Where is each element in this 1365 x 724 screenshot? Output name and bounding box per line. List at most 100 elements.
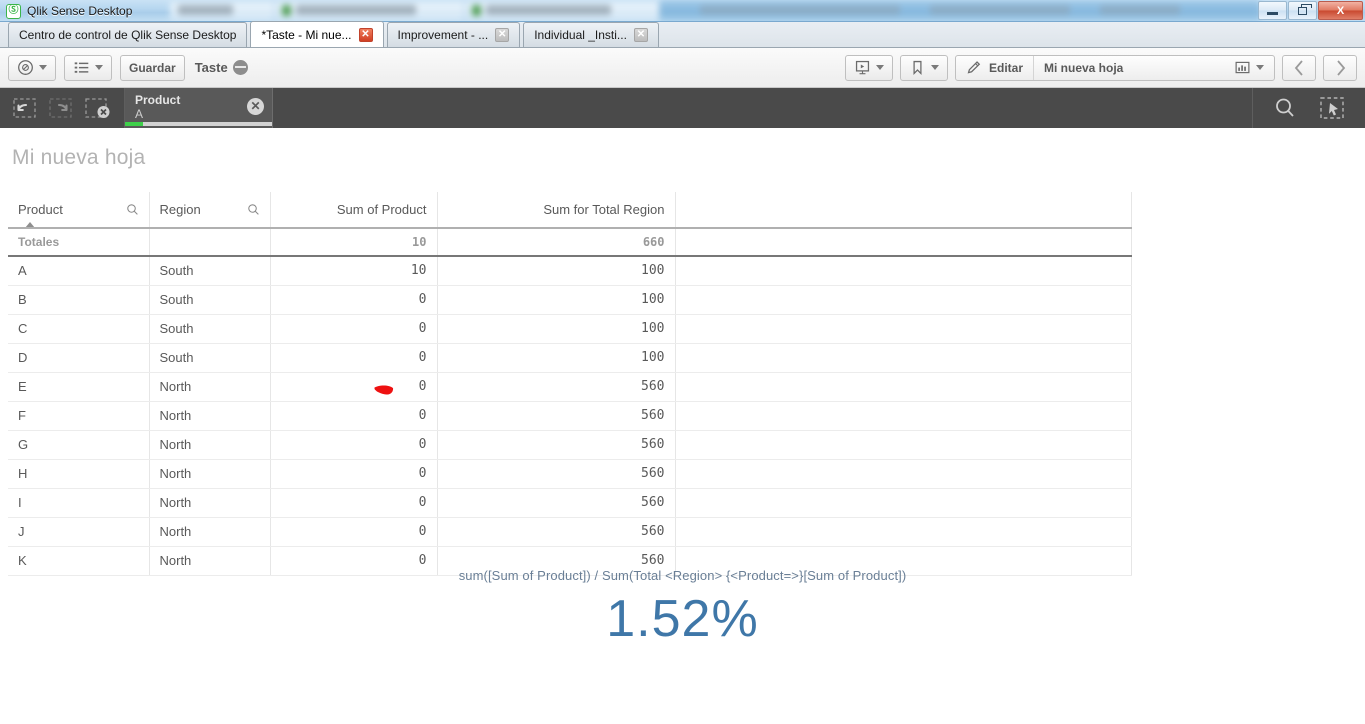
save-label: Guardar bbox=[129, 60, 176, 75]
edit-sheet-group: Editar Mi nueva hoja bbox=[954, 54, 1275, 81]
cell-region[interactable]: South bbox=[149, 314, 271, 344]
cell-product[interactable]: E bbox=[8, 372, 150, 402]
cell-empty bbox=[675, 314, 1132, 344]
chevron-down-icon bbox=[1256, 65, 1264, 70]
cell-region[interactable]: South bbox=[149, 285, 271, 315]
sheet-canvas: Mi nueva hoja Product Region Sum of Prod… bbox=[0, 128, 1365, 684]
kpi-object: sum([Sum of Product]) / Sum(Total <Regio… bbox=[0, 568, 1365, 649]
app-name-label: Taste bbox=[194, 60, 228, 75]
tab-label: Improvement - ... bbox=[397, 28, 489, 42]
cell-sum-for-total-region: 560 bbox=[437, 517, 676, 547]
previous-sheet-button[interactable] bbox=[1282, 54, 1316, 81]
selection-chip-product[interactable]: Product A ✕ bbox=[125, 88, 273, 128]
save-button[interactable]: Guardar bbox=[120, 54, 185, 81]
chart-thumbnail-icon bbox=[1235, 61, 1250, 74]
sheets-menu-button[interactable] bbox=[64, 54, 112, 81]
next-sheet-button[interactable] bbox=[1323, 54, 1357, 81]
selection-history-controls bbox=[0, 88, 125, 128]
cell-empty bbox=[675, 459, 1132, 489]
cell-product[interactable]: A bbox=[8, 256, 150, 286]
edit-button[interactable]: Editar bbox=[956, 55, 1034, 80]
cell-product[interactable]: F bbox=[8, 401, 150, 431]
clear-all-selections-icon[interactable] bbox=[84, 97, 112, 119]
page-title: Mi nueva hoja bbox=[12, 146, 146, 169]
table-row[interactable]: J North 0 560 bbox=[8, 517, 1132, 547]
selection-state-selected bbox=[125, 122, 143, 126]
column-header-product[interactable]: Product bbox=[8, 192, 150, 229]
step-forward-icon[interactable] bbox=[48, 97, 74, 119]
cell-region[interactable]: North bbox=[149, 430, 271, 460]
chevron-left-icon bbox=[1294, 59, 1303, 76]
tab-close-icon[interactable]: ✕ bbox=[495, 28, 510, 42]
cell-product[interactable]: G bbox=[8, 430, 150, 460]
tab-improvement[interactable]: Improvement - ... ✕ bbox=[386, 22, 521, 47]
cell-region[interactable]: North bbox=[149, 459, 271, 489]
cell-product[interactable]: J bbox=[8, 517, 150, 547]
cell-region[interactable]: North bbox=[149, 488, 271, 518]
totals-empty bbox=[675, 228, 1132, 257]
column-header-sum-of-product[interactable]: Sum of Product bbox=[270, 192, 438, 229]
cell-sum-of-product: 0 bbox=[270, 430, 438, 460]
cell-region[interactable]: South bbox=[149, 256, 271, 286]
navigation-menu-button[interactable] bbox=[8, 54, 56, 81]
table-row[interactable]: G North 0 560 bbox=[8, 430, 1132, 460]
table-row[interactable]: A South 10 100 bbox=[8, 256, 1132, 286]
tab-individual-insti[interactable]: Individual _Insti... ✕ bbox=[523, 22, 659, 47]
selection-clear-icon[interactable]: ✕ bbox=[247, 98, 264, 115]
minimize-icon bbox=[1267, 11, 1278, 15]
cell-sum-for-total-region: 560 bbox=[437, 488, 676, 518]
cell-region[interactable]: South bbox=[149, 343, 271, 373]
table-row[interactable]: B South 0 100 bbox=[8, 285, 1132, 315]
step-back-icon[interactable] bbox=[12, 97, 38, 119]
table-row[interactable]: D South 0 100 bbox=[8, 343, 1132, 373]
tab-control-center[interactable]: Centro de control de Qlik Sense Desktop bbox=[8, 22, 248, 47]
chevron-down-icon bbox=[875, 65, 884, 70]
cell-product[interactable]: D bbox=[8, 343, 150, 373]
minimize-button[interactable] bbox=[1258, 1, 1287, 20]
sheet-selector[interactable]: Mi nueva hoja bbox=[1034, 56, 1274, 80]
cell-sum-of-product: 0 bbox=[270, 372, 438, 402]
cell-sum-for-total-region: 560 bbox=[437, 401, 676, 431]
table-row[interactable]: H North 0 560 bbox=[8, 459, 1132, 489]
search-icon[interactable] bbox=[1273, 96, 1297, 120]
column-header-empty bbox=[675, 192, 1132, 229]
tab-taste[interactable]: *Taste - Mi nue... ✕ bbox=[250, 21, 384, 47]
cell-product[interactable]: B bbox=[8, 285, 150, 315]
column-header-sum-for-total-region[interactable]: Sum for Total Region bbox=[437, 192, 676, 229]
cell-product[interactable]: C bbox=[8, 314, 150, 344]
cell-region[interactable]: North bbox=[149, 401, 271, 431]
cell-sum-for-total-region: 100 bbox=[437, 314, 676, 344]
storytelling-button[interactable] bbox=[844, 54, 893, 81]
cell-product[interactable]: I bbox=[8, 488, 150, 518]
column-label: Sum of Product bbox=[336, 202, 427, 217]
column-label: Region bbox=[159, 202, 201, 217]
cell-region[interactable]: North bbox=[149, 372, 271, 402]
cell-region[interactable]: North bbox=[149, 517, 271, 547]
selection-tool-icon[interactable] bbox=[1319, 96, 1345, 120]
table-row[interactable]: F North 0 560 bbox=[8, 401, 1132, 431]
search-icon[interactable] bbox=[126, 203, 139, 216]
cell-sum-of-product: 10 bbox=[270, 256, 438, 286]
restore-button[interactable] bbox=[1288, 1, 1317, 20]
kpi-formula-label: sum([Sum of Product]) / Sum(Total <Regio… bbox=[458, 568, 907, 583]
cell-empty bbox=[675, 517, 1132, 547]
sort-ascending-icon bbox=[25, 222, 35, 226]
search-icon[interactable] bbox=[247, 203, 260, 216]
column-header-region[interactable]: Region bbox=[149, 192, 271, 229]
cell-empty bbox=[675, 488, 1132, 518]
table-row[interactable]: I North 0 560 bbox=[8, 488, 1132, 518]
table-object: Product Region Sum of Product Sum for To… bbox=[8, 192, 1132, 576]
table-row[interactable]: C South 0 100 bbox=[8, 314, 1132, 344]
selection-state-excluded bbox=[142, 122, 272, 126]
bookmarks-button[interactable] bbox=[899, 54, 948, 81]
chevron-down-icon bbox=[95, 65, 103, 70]
table-row[interactable]: E North 0 560 bbox=[8, 372, 1132, 402]
totals-sum-of-product: 10 bbox=[270, 228, 438, 257]
cell-product[interactable]: H bbox=[8, 459, 150, 489]
close-button[interactable]: X bbox=[1318, 1, 1363, 20]
qlik-toolbar: Guardar Taste Editar Mi nueva hoja bbox=[0, 48, 1365, 88]
tab-close-icon[interactable]: ✕ bbox=[358, 27, 373, 42]
tab-close-icon[interactable]: ✕ bbox=[633, 28, 648, 42]
app-published-icon bbox=[232, 60, 248, 75]
selection-bar: Product A ✕ bbox=[0, 88, 1365, 128]
